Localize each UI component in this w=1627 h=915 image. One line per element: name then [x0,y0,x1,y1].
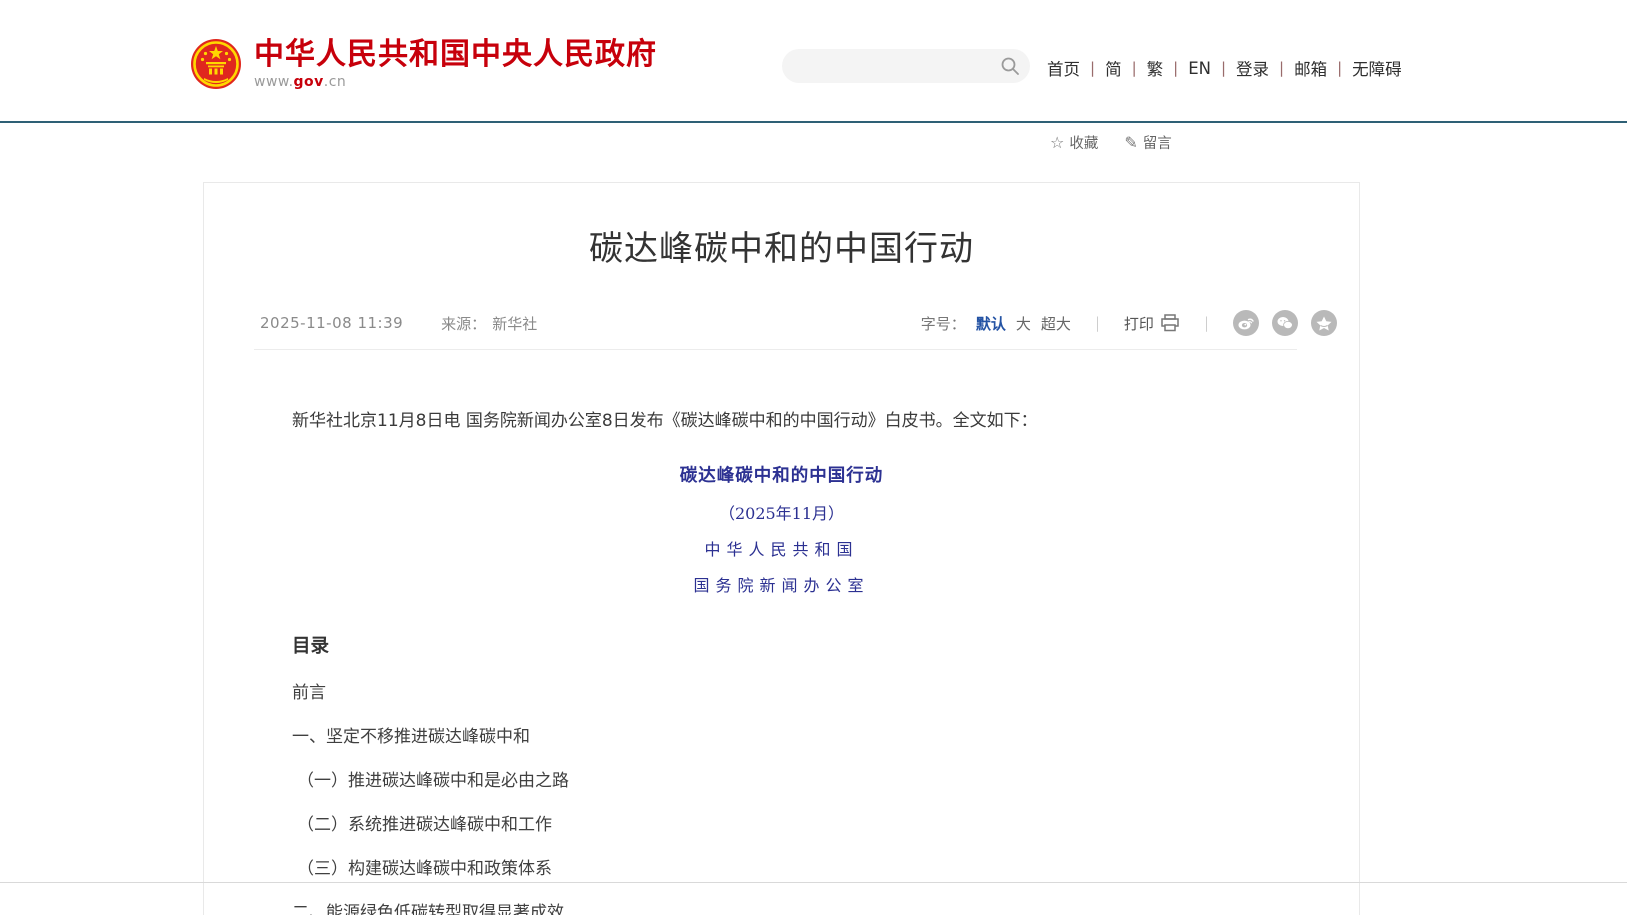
document-title: 碳达峰碳中和的中国行动 [292,462,1271,487]
search-input[interactable] [798,49,988,83]
pencil-icon: ✎ [1124,133,1137,152]
site-header: 中华人民共和国中央人民政府 www.gov.cn 首页 | 简 | 繁 | EN… [0,0,1627,121]
nav-item-traditional[interactable]: 繁 [1145,56,1166,80]
favorite-label: 收藏 [1069,132,1098,153]
printer-icon [1160,314,1180,332]
toolbar-separator: | [1204,314,1209,332]
publish-date: 2025-11-08 11:39 [260,314,403,332]
nav-item-english[interactable]: EN [1186,59,1213,78]
page-actions: ☆ 收藏 ✎ 留言 [1050,132,1172,153]
url-www: www. [254,74,294,90]
article-meta-row: 2025-11-08 11:39 来源： 新华社 字号： 默认 大 超大 | 打… [260,310,1337,336]
document-author-line2: 国务院新闻办公室 [292,572,1271,596]
url-gov: gov [294,74,324,90]
nav-separator: | [1279,59,1284,77]
font-size-label: 字号： [921,313,966,334]
toc-list: 前言一、坚定不移推进碳达峰碳中和 （一）推进碳达峰碳中和是必由之路 （二）系统推进碳… [292,684,1271,915]
nav-item-home[interactable]: 首页 [1045,56,1082,80]
qzone-icon[interactable] [1311,310,1337,336]
nav-item-accessibility[interactable]: 无障碍 [1350,56,1404,80]
site-logo-link[interactable]: 中华人民共和国中央人民政府 www.gov.cn [190,38,657,90]
article-title: 碳达峰碳中和的中国行动 [204,221,1359,270]
logo-text: 中华人民共和国中央人民政府 www.gov.cn [254,39,657,90]
star-icon: ☆ [1050,133,1064,152]
site-title: 中华人民共和国中央人民政府 [254,39,657,71]
weibo-icon[interactable] [1233,310,1259,336]
nav-separator: | [1221,59,1226,77]
font-size-xlarge-button[interactable]: 超大 [1041,313,1071,334]
viewport-bottom-divider [0,882,1627,883]
nav-separator: | [1337,59,1342,77]
meta-divider [254,349,1297,350]
toc-heading: 目录 [292,632,1271,658]
page: 中华人民共和国中央人民政府 www.gov.cn 首页 | 简 | 繁 | EN… [0,0,1627,915]
article-toolbar: 字号： 默认 大 超大 | 打印 | [921,310,1337,336]
article-card: 碳达峰碳中和的中国行动 2025-11-08 11:39 来源： 新华社 字号：… [203,182,1360,915]
message-button[interactable]: ✎ 留言 [1124,132,1171,153]
document-date: （2025年11月） [292,500,1271,524]
national-emblem-icon [190,38,242,90]
message-label: 留言 [1143,132,1172,153]
article-meta: 2025-11-08 11:39 来源： 新华社 [260,313,537,334]
document-heading: 碳达峰碳中和的中国行动 （2025年11月） 中华人民共和国 国务院新闻办公室 [292,462,1271,596]
font-size-default-button[interactable]: 默认 [976,313,1006,334]
document-author-line1: 中华人民共和国 [292,536,1271,560]
print-button[interactable]: 打印 [1124,313,1180,334]
toc-item: 前言 [292,684,1271,702]
nav-separator: | [1173,59,1178,77]
toc-item: 一、坚定不移推进碳达峰碳中和 [292,728,1271,746]
toc-item: （三）构建碳达峰碳中和政策体系 [292,860,1271,878]
top-nav: 首页 | 简 | 繁 | EN | 登录 | 邮箱 | 无障碍 [1045,56,1404,80]
nav-item-login[interactable]: 登录 [1234,56,1271,80]
favorite-button[interactable]: ☆ 收藏 [1050,132,1098,153]
article-body: 新华社北京11月8日电 国务院新闻办公室8日发布《碳达峰碳中和的中国行动》白皮书… [204,408,1359,915]
url-cn: .cn [324,74,347,90]
font-size-large-button[interactable]: 大 [1016,313,1031,334]
search-box [782,49,1030,83]
nav-separator: | [1132,59,1137,77]
site-url: www.gov.cn [254,74,657,90]
source-value[interactable]: 新华社 [492,313,537,334]
source-label: 来源： [441,313,486,334]
toc-item: 二、能源绿色低碳转型取得显著成效 [292,904,1271,915]
toc-item: （一）推进碳达峰碳中和是必由之路 [292,772,1271,790]
nav-item-simplified[interactable]: 简 [1103,56,1124,80]
wechat-icon[interactable] [1272,310,1298,336]
header-divider-bar [0,121,1627,123]
search-icon[interactable] [1000,56,1020,76]
toolbar-separator: | [1095,314,1100,332]
share-icons [1233,310,1337,336]
nav-separator: | [1090,59,1095,77]
lead-paragraph: 新华社北京11月8日电 国务院新闻办公室8日发布《碳达峰碳中和的中国行动》白皮书… [292,408,1271,434]
toc-item: （二）系统推进碳达峰碳中和工作 [292,816,1271,834]
nav-item-mail[interactable]: 邮箱 [1292,56,1329,80]
print-label: 打印 [1124,313,1154,334]
